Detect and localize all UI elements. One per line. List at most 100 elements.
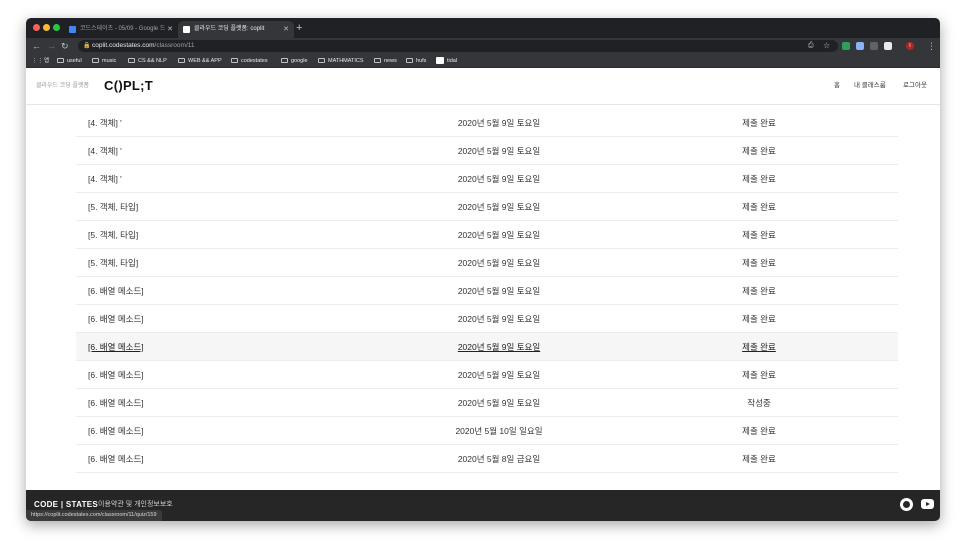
url-host: coplit.codestates.com — [92, 42, 155, 49]
bookmark-news[interactable]: news — [374, 54, 397, 68]
site-header: 클라우드 코딩 플랫폼 C()PL;T 홈 내 클래스룸 로그아웃 — [26, 68, 940, 105]
row-status: 제출 완료 — [742, 286, 776, 296]
profile-avatar[interactable]: I — [906, 42, 914, 50]
youtube-icon[interactable] — [921, 499, 934, 509]
page: 클라우드 코딩 플랫폼 C()PL;T 홈 내 클래스룸 로그아웃 [4. 객체… — [26, 68, 940, 521]
row-title: [5. 객체, 타입] — [88, 258, 139, 268]
forward-arrow-icon[interactable]: → — [47, 38, 56, 54]
table-row[interactable]: [4. 객체] ' 2020년 5월 9일 토요일 제출 완료 — [76, 165, 898, 193]
extension-icon[interactable] — [870, 42, 878, 50]
table-row[interactable]: [6. 배열 메소드] 2020년 5월 9일 토요일 제출 완료 — [76, 333, 898, 361]
bookmark-hufs[interactable]: hufs — [406, 54, 426, 68]
row-date: 2020년 5월 8일 금요일 — [457, 454, 541, 464]
bookmark-useful[interactable]: useful — [57, 54, 82, 68]
url-path: /classroom/11 — [154, 42, 195, 49]
kebab-menu-icon[interactable]: ⋮ — [927, 38, 936, 54]
folder-icon — [374, 58, 381, 64]
row-status: 제출 완료 — [742, 202, 776, 212]
quiz-table: [4. 객체] ' 2020년 5월 9일 토요일 제출 완료 [4. 객체] ' 20… — [76, 109, 898, 473]
row-date: 2020년 5월 10일 일요일 — [455, 426, 543, 436]
row-title: [6. 배열 메소드] — [88, 314, 144, 324]
bookmarks-bar: ⋮⋮ 앱 useful music CS && NLP WEB && APP c… — [26, 54, 940, 68]
bookmark-music[interactable]: music — [92, 54, 116, 68]
table-row[interactable]: [4. 객체] ' 2020년 5월 9일 토요일 제출 완료 — [76, 109, 898, 137]
minimize-window-button[interactable] — [43, 24, 50, 31]
row-date: 2020년 5월 9일 토요일 — [457, 286, 541, 296]
table-row[interactable]: [6. 배열 메소드] 2020년 5월 9일 토요일 제출 완료 — [76, 277, 898, 305]
close-icon[interactable]: ✕ — [167, 21, 173, 38]
link-status-bar: https://coplit.codestates.com/classroom/… — [26, 510, 162, 521]
bookmark-cs-nlp[interactable]: CS && NLP — [128, 54, 167, 68]
site-footer: CODE | STATES 이용약관 및 개인정보보호 — [26, 490, 940, 521]
row-date: 2020년 5월 9일 토요일 — [457, 342, 541, 352]
row-date: 2020년 5월 9일 토요일 — [457, 314, 541, 324]
bookmark-google[interactable]: google — [281, 54, 308, 68]
row-title: [6. 배열 메소드] — [88, 342, 144, 352]
row-date: 2020년 5월 9일 토요일 — [457, 398, 541, 408]
row-title: [5. 객체, 타입] — [88, 230, 139, 240]
tab-title: 코드스테이츠 - 05/09 - Google 드 — [80, 26, 166, 32]
row-date: 2020년 5월 9일 토요일 — [457, 202, 541, 212]
row-title: [6. 배열 메소드] — [88, 454, 144, 464]
folder-icon — [406, 58, 413, 64]
coplit-favicon-icon — [183, 26, 190, 33]
row-date: 2020년 5월 9일 토요일 — [457, 174, 541, 184]
reload-icon[interactable]: ↻ — [61, 38, 69, 54]
nav-logout-link[interactable]: 로그아웃 — [903, 80, 927, 92]
table-row[interactable]: [6. 배열 메소드] 2020년 5월 9일 토요일 작성중 — [76, 389, 898, 417]
maximize-window-button[interactable] — [53, 24, 60, 31]
folder-icon — [92, 58, 99, 64]
row-title: [6. 배열 메소드] — [88, 426, 144, 436]
nav-home-link[interactable]: 홈 — [834, 80, 840, 92]
table-row[interactable]: [6. 배열 메소드] 2020년 5월 9일 토요일 제출 완료 — [76, 361, 898, 389]
folder-icon — [231, 58, 238, 64]
table-row[interactable]: [4. 객체] ' 2020년 5월 9일 토요일 제출 완료 — [76, 137, 898, 165]
translate-icon[interactable]: ⎙ — [808, 38, 814, 54]
row-status: 제출 완료 — [742, 370, 776, 380]
bookmark-mathmatics[interactable]: MATHMATICS — [318, 54, 364, 68]
table-row[interactable]: [6. 배열 메소드] 2020년 5월 9일 토요일 제출 완료 — [76, 305, 898, 333]
address-bar[interactable]: 🔒 coplit.codestates.com/classroom/11 — [78, 40, 838, 52]
row-title: [5. 객체, 타입] — [88, 202, 139, 212]
github-icon[interactable] — [900, 498, 913, 511]
row-status: 작성중 — [747, 398, 771, 408]
browser-toolbar: ← → ↻ 🔒 coplit.codestates.com/classroom/… — [26, 38, 940, 54]
bookmark-tidal[interactable]: tidal — [436, 54, 457, 68]
browser-window: 코드스테이츠 - 05/09 - Google 드 ✕ 클라우드 코딩 플랫폼:… — [26, 18, 940, 521]
tab-strip: 코드스테이츠 - 05/09 - Google 드 ✕ 클라우드 코딩 플랫폼:… — [26, 18, 940, 38]
close-icon[interactable]: ✕ — [283, 21, 289, 38]
row-status: 제출 완료 — [742, 174, 776, 184]
close-window-button[interactable] — [33, 24, 40, 31]
row-date: 2020년 5월 9일 토요일 — [457, 370, 541, 380]
table-row[interactable]: [5. 객체, 타입] 2020년 5월 9일 토요일 제출 완료 — [76, 249, 898, 277]
tab-coplit[interactable]: 클라우드 코딩 플랫폼: coplit ✕ — [178, 21, 294, 38]
bookmark-codestates[interactable]: codestates — [231, 54, 268, 68]
tab-codestates-docs[interactable]: 코드스테이츠 - 05/09 - Google 드 ✕ — [64, 21, 178, 38]
table-row[interactable]: [5. 객체, 타입] 2020년 5월 9일 토요일 제출 완료 — [76, 193, 898, 221]
row-title: [4. 객체] ' — [88, 174, 122, 184]
table-row[interactable]: [6. 배열 메소드] 2020년 5월 10일 일요일 제출 완료 — [76, 417, 898, 445]
row-status: 제출 완료 — [742, 258, 776, 268]
row-title: [6. 배열 메소드] — [88, 370, 144, 380]
new-tab-button[interactable]: + — [296, 20, 302, 37]
google-docs-icon — [69, 26, 76, 33]
shield-extension-icon[interactable] — [842, 42, 850, 50]
row-status: 제출 완료 — [742, 230, 776, 240]
bookmark-apps[interactable]: 앱 — [44, 54, 49, 68]
row-status: 제출 완료 — [742, 314, 776, 324]
extension-icon[interactable] — [856, 42, 864, 50]
site-logo[interactable]: C()PL;T — [104, 77, 153, 95]
bookmark-star-icon[interactable]: ☆ — [823, 38, 830, 54]
nav-my-classroom-link[interactable]: 내 클래스룸 — [854, 80, 886, 92]
extension-icon[interactable] — [884, 42, 892, 50]
bookmark-web-app[interactable]: WEB && APP — [178, 54, 222, 68]
table-row[interactable]: [5. 객체, 타입] 2020년 5월 9일 토요일 제출 완료 — [76, 221, 898, 249]
back-arrow-icon[interactable]: ← — [32, 38, 41, 54]
row-title: [4. 객체] ' — [88, 146, 122, 156]
row-title: [6. 배열 메소드] — [88, 286, 144, 296]
tab-title: 클라우드 코딩 플랫폼: coplit — [194, 26, 265, 32]
folder-icon — [318, 58, 325, 64]
row-title: [6. 배열 메소드] — [88, 398, 144, 408]
table-row[interactable]: [6. 배열 메소드] 2020년 5월 8일 금요일 제출 완료 — [76, 445, 898, 473]
apps-grid-icon[interactable]: ⋮⋮ — [32, 54, 43, 68]
